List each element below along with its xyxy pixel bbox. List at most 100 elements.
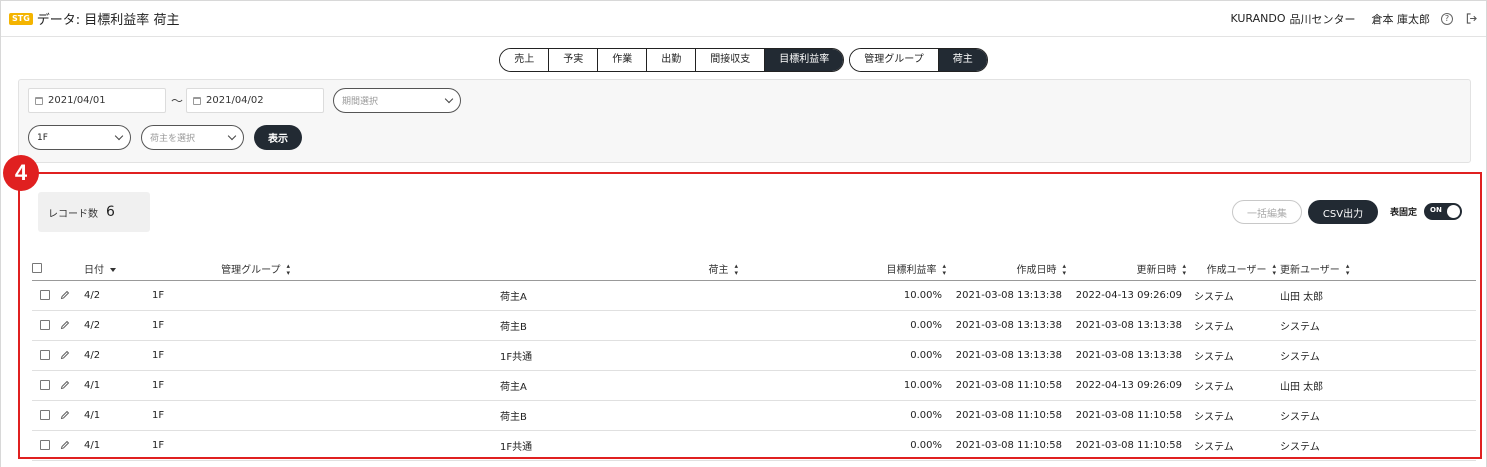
row-checkbox[interactable] <box>40 289 50 300</box>
table-row[interactable]: 4/2 1F 荷主B 0.00% 2021-03-08 13:13:38 202… <box>32 310 1476 341</box>
row-edit-cell[interactable] <box>60 310 80 341</box>
help-circle-icon[interactable]: ? <box>1440 12 1454 26</box>
cell-date: 4/2 <box>80 340 130 371</box>
tab-management-group[interactable]: 管理グループ <box>850 49 939 71</box>
bulk-edit-button[interactable]: 一括編集 <box>1232 200 1302 224</box>
date-from-input[interactable]: 2021/04/01 <box>28 88 166 113</box>
header-select-all[interactable] <box>32 258 60 281</box>
row-edit-cell[interactable] <box>60 340 80 371</box>
cell-created: 2021-03-08 11:10:58 <box>946 370 1066 401</box>
sort-icon[interactable]: ▴ ▾ <box>1272 262 1276 277</box>
pencil-icon[interactable] <box>60 350 70 360</box>
floor-select[interactable]: 1F <box>28 125 131 150</box>
row-select-cell[interactable] <box>32 400 60 431</box>
row-select-cell[interactable] <box>32 340 60 371</box>
select-all-checkbox[interactable] <box>32 263 42 274</box>
fixed-table-toggle[interactable]: ON <box>1424 203 1462 220</box>
header-group[interactable]: 管理グループ ▴ ▾ <box>130 258 290 281</box>
center-name: 品川センター <box>1289 12 1356 26</box>
pencil-icon[interactable] <box>60 410 70 420</box>
row-edit-cell[interactable] <box>60 400 80 431</box>
row-select-cell[interactable] <box>32 370 60 401</box>
header-updated-label: 更新日時 <box>1136 264 1177 276</box>
row-edit-cell[interactable] <box>60 370 80 401</box>
row-edit-cell[interactable] <box>60 430 80 461</box>
tab-target-margin[interactable]: 目標利益率 <box>765 49 844 71</box>
pencil-icon[interactable] <box>60 320 70 330</box>
tab-indirect[interactable]: 間接収支 <box>696 49 766 71</box>
period-select-placeholder: 期間選択 <box>342 97 379 107</box>
cell-date: 4/1 <box>80 370 130 401</box>
chevron-down-icon <box>227 131 237 141</box>
header-updated-by[interactable]: 更新ユーザー ▴ ▾ <box>1276 258 1476 281</box>
shipper-select-placeholder: 荷主を選択 <box>150 134 196 144</box>
cell-updated: 2021-03-08 11:10:58 <box>1066 400 1186 431</box>
tab-sales[interactable]: 売上 <box>500 49 550 71</box>
table-row[interactable]: 4/2 1F 1F共通 0.00% 2021-03-08 13:13:38 20… <box>32 340 1476 371</box>
header-rate[interactable]: 目標利益率 ▴ ▾ <box>738 258 946 281</box>
row-select-cell[interactable] <box>32 280 60 311</box>
cell-group: 1F <box>130 370 290 401</box>
row-checkbox[interactable] <box>40 379 50 390</box>
tab-work[interactable]: 作業 <box>598 49 648 71</box>
cell-created: 2021-03-08 13:13:38 <box>946 310 1066 341</box>
csv-export-button[interactable]: CSV出力 <box>1308 200 1378 224</box>
sort-icon[interactable]: ▴ ▾ <box>1182 262 1186 277</box>
tab-shipper[interactable]: 荷主 <box>938 49 987 71</box>
toggle-state-text: ON <box>1430 206 1442 214</box>
row-select-cell[interactable] <box>32 310 60 341</box>
table-row[interactable]: 4/1 1F 荷主B 0.00% 2021-03-08 11:10:58 202… <box>32 400 1476 431</box>
cell-date: 4/1 <box>80 430 130 461</box>
row-checkbox[interactable] <box>40 349 50 360</box>
calendar-icon <box>193 96 201 105</box>
sort-icon[interactable]: ▴ ▾ <box>942 262 946 277</box>
cell-updated: 2021-03-08 11:10:58 <box>1066 430 1186 461</box>
cell-shipper: 1F共通 <box>290 340 738 371</box>
cell-shipper: 荷主B <box>290 310 738 341</box>
row-select-cell[interactable] <box>32 430 60 461</box>
period-select[interactable]: 期間選択 <box>333 88 461 113</box>
cell-group: 1F <box>130 400 290 431</box>
user-name[interactable]: 倉本 庫太郎 <box>1372 11 1431 27</box>
sort-icon[interactable]: ▴ ▾ <box>1062 262 1066 277</box>
sort-icon[interactable]: ▴ ▾ <box>1346 262 1350 277</box>
cell-rate: 10.00% <box>738 370 946 401</box>
cell-updated: 2021-03-08 13:13:38 <box>1066 340 1186 371</box>
header-created[interactable]: 作成日時 ▴ ▾ <box>946 258 1066 281</box>
cell-created-by: システム <box>1186 340 1276 371</box>
table-row[interactable]: 4/1 1F 荷主A 10.00% 2021-03-08 11:10:58 20… <box>32 370 1476 401</box>
shipper-select[interactable]: 荷主を選択 <box>141 125 244 150</box>
floor-select-value: 1F <box>37 132 48 143</box>
header-created-label: 作成日時 <box>1016 264 1057 276</box>
cell-created-by: システム <box>1186 280 1276 311</box>
row-checkbox[interactable] <box>40 319 50 330</box>
toggle-knob <box>1447 205 1460 218</box>
data-tabs: 売上 予実 作業 出勤 間接収支 目標利益率 管理グループ 荷主 <box>0 48 1487 72</box>
header-shipper[interactable]: 荷主 ▴ ▾ <box>290 258 738 281</box>
table-row[interactable]: 4/1 1F 1F共通 0.00% 2021-03-08 11:10:58 20… <box>32 430 1476 461</box>
date-to-input[interactable]: 2021/04/02 <box>186 88 324 113</box>
display-button[interactable]: 表示 <box>254 125 302 150</box>
row-edit-cell[interactable] <box>60 280 80 311</box>
table-row[interactable]: 4/2 1F 荷主A 10.00% 2021-03-08 13:13:38 20… <box>32 280 1476 311</box>
cell-rate: 0.00% <box>738 400 946 431</box>
pencil-icon[interactable] <box>60 440 70 450</box>
header-updated[interactable]: 更新日時 ▴ ▾ <box>1066 258 1186 281</box>
logout-icon[interactable] <box>1464 12 1478 26</box>
pencil-icon[interactable] <box>60 380 70 390</box>
sort-desc-icon[interactable] <box>110 268 116 273</box>
tab-budget-actual[interactable]: 予実 <box>549 49 599 71</box>
table-header-row: 日付 管理グループ ▴ ▾ 荷主 ▴ ▾ 目標利益率 ▴ ▾ 作成日時 ▴ ▾ 更新日時 ▴ ▾ 作… <box>32 258 1476 281</box>
cell-date: 4/2 <box>80 280 130 311</box>
row-checkbox[interactable] <box>40 439 50 450</box>
header-created-by[interactable]: 作成ユーザー ▴ ▾ <box>1186 258 1276 281</box>
sort-icon[interactable]: ▴ ▾ <box>286 262 290 277</box>
cell-shipper: 1F共通 <box>290 430 738 461</box>
cell-created: 2021-03-08 11:10:58 <box>946 400 1066 431</box>
pencil-icon[interactable] <box>60 290 70 300</box>
sort-icon[interactable]: ▴ ▾ <box>734 262 738 277</box>
cell-date: 4/1 <box>80 400 130 431</box>
row-checkbox[interactable] <box>40 409 50 420</box>
header-date[interactable]: 日付 <box>80 258 130 281</box>
tab-attendance[interactable]: 出勤 <box>647 49 697 71</box>
